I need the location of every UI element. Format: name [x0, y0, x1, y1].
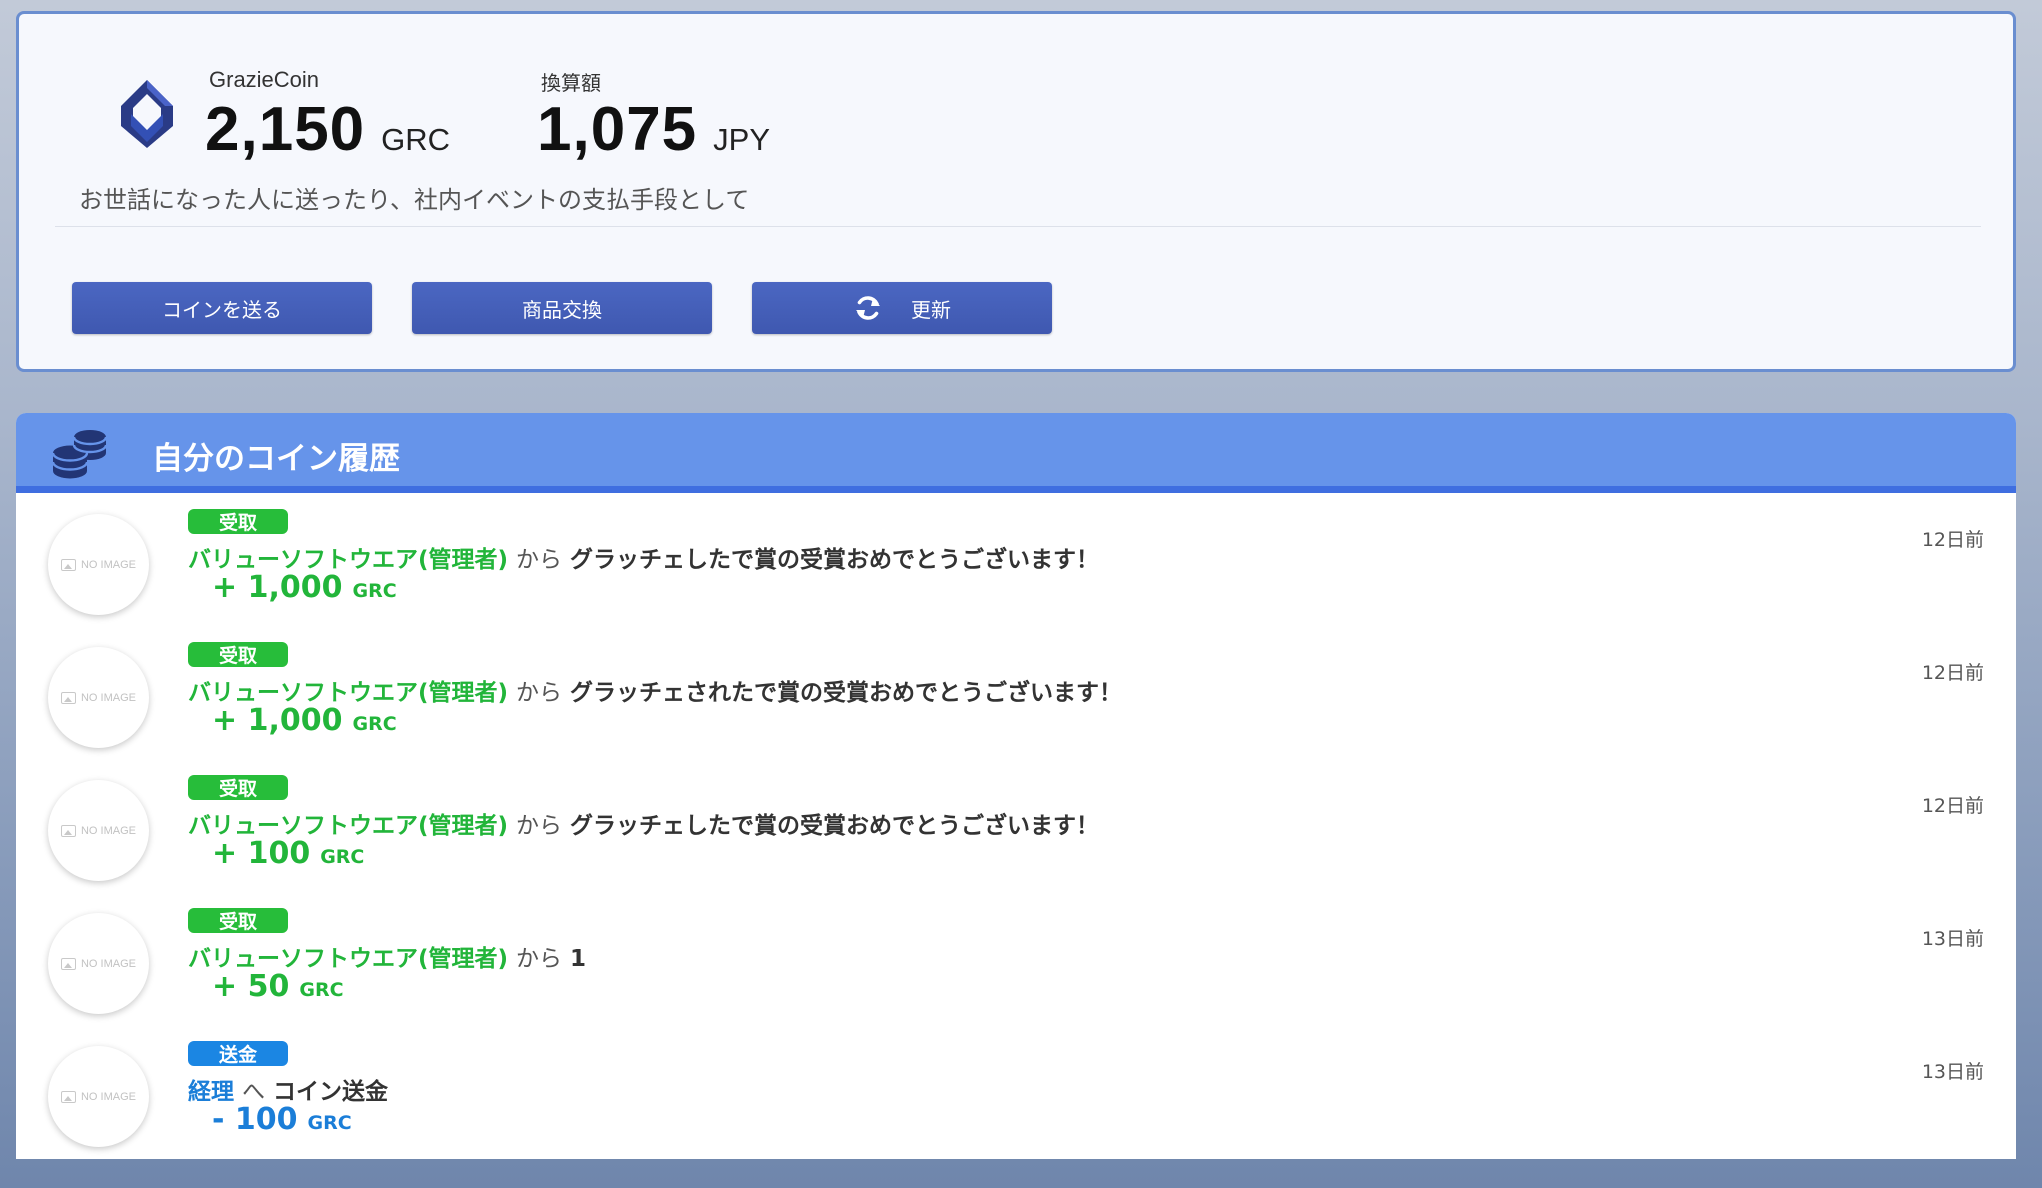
- image-placeholder-icon: [60, 691, 76, 704]
- timestamp: 12日前: [1921, 529, 1984, 551]
- amount-value: + 100: [212, 836, 311, 871]
- message-text: グラッチェしたで賞の受賞おめでとうございます！: [570, 813, 1100, 839]
- coin-history-panel: 自分のコイン履歴 NO IMAGE 受取 バリューソフトウエア(管理者) から グラ…: [16, 413, 2016, 1159]
- message-text: グラッチェしたで賞の受賞おめでとうございます！: [570, 547, 1100, 573]
- sent-badge: 送金: [188, 1041, 288, 1066]
- amount-value: - 100: [212, 1102, 298, 1137]
- amount-unit: GRC: [320, 846, 365, 868]
- received-badge: 受取: [188, 509, 288, 534]
- amount-value: + 1,000: [212, 570, 343, 605]
- amount-unit: GRC: [352, 713, 397, 735]
- refresh-button[interactable]: 更新: [752, 282, 1052, 334]
- send-coin-button[interactable]: コインを送る: [72, 282, 372, 334]
- wallet-summary-card: GrazieCoin 2,150 GRC 換算額 1,075 JPY お世話になった…: [16, 11, 2016, 372]
- amount-unit: GRC: [307, 1112, 352, 1134]
- history-row[interactable]: NO IMAGE 受取 バリューソフトウエア(管理者) から グラッチェしたで賞の受…: [16, 766, 2016, 899]
- amount-value: + 1,000: [212, 703, 343, 738]
- history-message: バリューソフトウエア(管理者) から グラッチェしたで賞の受賞おめでとうございます！: [188, 540, 1099, 574]
- history-row[interactable]: NO IMAGE 送金 経理へコイン送金 - 100 GRC 13日前: [16, 1032, 2016, 1159]
- timestamp: 12日前: [1921, 795, 1984, 817]
- avatar: NO IMAGE: [48, 780, 149, 881]
- conversion-amount: 1,075 JPY: [537, 94, 770, 165]
- no-image-text: NO IMAGE: [80, 824, 136, 837]
- received-badge: 受取: [188, 908, 288, 933]
- image-placeholder-icon: [60, 1090, 76, 1103]
- received-badge: 受取: [188, 775, 288, 800]
- amount: + 1,000 GRC: [212, 570, 397, 605]
- avatar: NO IMAGE: [48, 1046, 149, 1147]
- history-row[interactable]: NO IMAGE 受取 バリューソフトウエア(管理者) から グラッチェされたで賞の…: [16, 633, 2016, 766]
- message-text: 1: [570, 946, 587, 972]
- conversion-value: 1,075: [537, 95, 698, 164]
- exchange-button[interactable]: 商品交換: [412, 282, 712, 334]
- amount-unit: GRC: [299, 979, 344, 1001]
- tagline: お世話になった人に送ったり、社内イベントの支払手段として: [79, 186, 750, 214]
- direction-text: から: [516, 680, 563, 706]
- message-text: グラッチェされたで賞の受賞おめでとうございます！: [570, 680, 1123, 706]
- history-message: 経理へコイン送金: [188, 1072, 388, 1106]
- coin-history-header: 自分のコイン履歴: [16, 413, 2016, 493]
- image-placeholder-icon: [60, 558, 76, 571]
- amount-value: + 50: [212, 969, 290, 1004]
- timestamp: 13日前: [1921, 928, 1984, 950]
- image-placeholder-icon: [60, 824, 76, 837]
- received-badge: 受取: [188, 642, 288, 667]
- no-image-text: NO IMAGE: [80, 558, 136, 571]
- amount: + 1,000 GRC: [212, 703, 397, 738]
- history-row[interactable]: NO IMAGE 受取 バリューソフトウエア(管理者) から 1 + 50 GRC 1…: [16, 899, 2016, 1032]
- conversion-unit: JPY: [713, 122, 771, 157]
- history-message: バリューソフトウエア(管理者) から グラッチェしたで賞の受賞おめでとうございます！: [188, 806, 1099, 840]
- image-placeholder-icon: [60, 957, 76, 970]
- no-image-text: NO IMAGE: [80, 1090, 136, 1103]
- amount: - 100 GRC: [212, 1102, 352, 1137]
- conversion-label: 換算額: [541, 71, 601, 95]
- coins-stack-icon: [52, 430, 108, 479]
- history-row[interactable]: NO IMAGE 受取 バリューソフトウエア(管理者) から グラッチェしたで賞の受…: [16, 500, 2016, 633]
- direction-text: から: [516, 813, 563, 839]
- direction-text: から: [516, 547, 563, 573]
- refresh-label: 更新: [911, 297, 951, 322]
- coin-name: GrazieCoin: [209, 67, 320, 92]
- amount-unit: GRC: [352, 580, 397, 602]
- balance-unit: GRC: [381, 122, 451, 157]
- history-message: バリューソフトウエア(管理者) から グラッチェされたで賞の受賞おめでとうございます…: [188, 673, 1122, 707]
- balance: 2,150 GRC: [205, 94, 450, 165]
- avatar: NO IMAGE: [48, 913, 149, 1014]
- coin-history-title: 自分のコイン履歴: [152, 441, 400, 477]
- avatar: NO IMAGE: [48, 514, 149, 615]
- direction-text: から: [516, 946, 563, 972]
- timestamp: 12日前: [1921, 662, 1984, 684]
- send-coin-label: コインを送る: [162, 297, 282, 322]
- amount: + 100 GRC: [212, 836, 364, 871]
- refresh-icon: [856, 296, 880, 320]
- no-image-text: NO IMAGE: [80, 691, 136, 704]
- avatar: NO IMAGE: [48, 647, 149, 748]
- timestamp: 13日前: [1921, 1061, 1984, 1083]
- exchange-label: 商品交換: [522, 297, 602, 322]
- graziecoin-logo-icon: [121, 80, 173, 148]
- balance-value: 2,150: [205, 95, 366, 164]
- divider: [55, 226, 1981, 227]
- amount: + 50 GRC: [212, 969, 344, 1004]
- no-image-text: NO IMAGE: [80, 957, 136, 970]
- history-message: バリューソフトウエア(管理者) から 1: [188, 939, 586, 973]
